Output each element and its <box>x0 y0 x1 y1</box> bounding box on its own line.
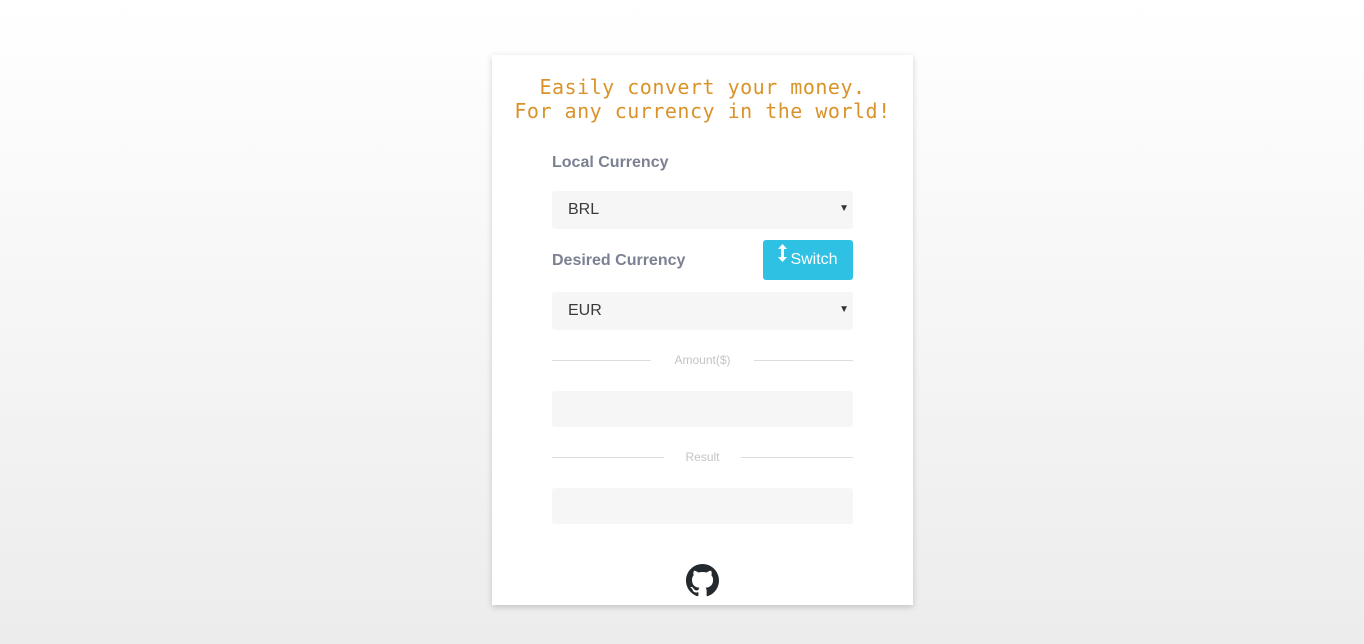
switch-button-label: Switch <box>790 251 838 268</box>
github-icon[interactable] <box>686 564 719 597</box>
vertical-arrows-icon <box>778 238 788 278</box>
local-currency-value: BRL <box>568 201 600 218</box>
desired-currency-value: EUR <box>568 302 602 319</box>
divider-line <box>754 360 853 361</box>
converter-card: Easily convert your money. For any curre… <box>492 55 913 605</box>
result-divider: Result <box>552 449 853 465</box>
local-currency-select[interactable]: BRL ▼ <box>552 191 853 229</box>
divider-line <box>741 457 853 458</box>
title-line-2: For any currency in the world! <box>514 99 891 123</box>
result-output[interactable] <box>552 488 853 524</box>
local-currency-label: Local Currency <box>552 154 669 171</box>
chevron-down-icon: ▼ <box>839 203 849 214</box>
title-line-1: Easily convert your money. <box>539 75 866 99</box>
amount-divider: Amount($) <box>552 352 853 368</box>
amount-input[interactable] <box>552 391 853 427</box>
page-title: Easily convert your money. For any curre… <box>492 75 913 123</box>
desired-currency-select[interactable]: EUR ▼ <box>552 292 853 330</box>
chevron-down-icon: ▼ <box>839 304 849 315</box>
switch-button[interactable]: Switch <box>763 240 853 280</box>
desired-currency-label: Desired Currency <box>552 252 686 269</box>
